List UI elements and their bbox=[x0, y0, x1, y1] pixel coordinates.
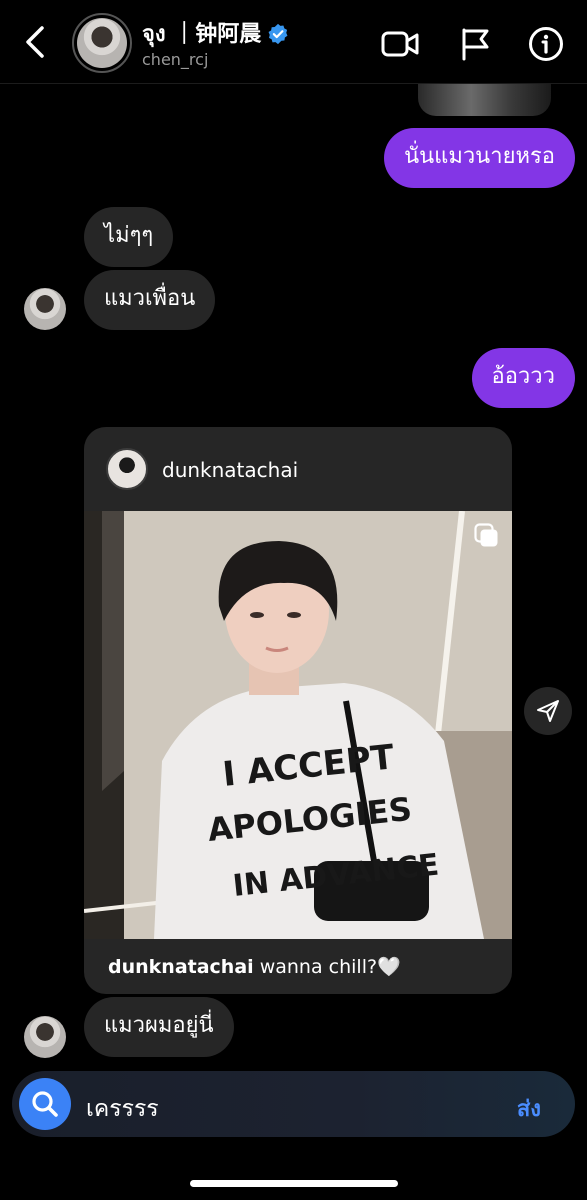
share-post-button[interactable] bbox=[524, 687, 572, 735]
verified-badge-icon bbox=[268, 23, 288, 44]
shared-post-header[interactable]: dunknatachai bbox=[84, 427, 512, 511]
contact-name-row[interactable]: จุง ｜钟阿晨 bbox=[142, 16, 289, 51]
post-photo[interactable]: I ACCEPT APOLOGIES IN ADVANCE bbox=[84, 511, 512, 939]
previous-image-message[interactable] bbox=[418, 84, 551, 116]
back-chevron-icon bbox=[26, 26, 44, 58]
message-sent[interactable]: อ้อววว bbox=[471, 348, 575, 408]
back-button[interactable] bbox=[18, 22, 52, 62]
contact-avatar[interactable] bbox=[72, 13, 132, 73]
contact-small-avatar[interactable] bbox=[24, 288, 66, 330]
flag-icon bbox=[462, 28, 489, 61]
search-icon bbox=[32, 1091, 58, 1117]
post-author-avatar bbox=[106, 448, 148, 490]
paper-plane-icon bbox=[537, 700, 559, 722]
message-received[interactable]: แมวผมอยู่นี่ bbox=[84, 997, 234, 1057]
caption-text: wanna chill?🤍 bbox=[253, 956, 401, 978]
send-button[interactable]: ส่ง bbox=[517, 1091, 541, 1126]
multiple-photos-icon bbox=[474, 523, 498, 547]
home-indicator bbox=[190, 1180, 398, 1187]
shared-post[interactable]: dunknatachai I ACCEPT APOLOGIES IN ADVAN… bbox=[84, 427, 512, 994]
message-received[interactable]: แมวเพื่อน bbox=[84, 270, 216, 330]
video-call-icon bbox=[381, 31, 419, 57]
contact-name: จุง ｜钟阿晨 bbox=[142, 22, 262, 47]
message-composer: เครรรร ส่ง bbox=[12, 1071, 575, 1137]
info-icon bbox=[529, 27, 563, 61]
info-button[interactable] bbox=[526, 24, 566, 64]
message-sent[interactable]: นั่นแมวนายหรอ bbox=[384, 128, 575, 188]
post-author-username: dunknatachai bbox=[162, 458, 299, 482]
message-input[interactable]: เครรรร bbox=[86, 1091, 159, 1127]
post-caption: dunknatachai wanna chill?🤍 bbox=[108, 955, 401, 978]
search-button[interactable] bbox=[19, 1078, 71, 1130]
video-call-button[interactable] bbox=[380, 24, 420, 64]
post-photo-illustration: I ACCEPT APOLOGIES IN ADVANCE bbox=[84, 511, 512, 939]
report-button[interactable] bbox=[455, 24, 495, 64]
contact-small-avatar[interactable] bbox=[24, 1016, 66, 1058]
chat-header: จุง ｜钟阿晨 chen_rcj bbox=[0, 0, 587, 84]
contact-handle: chen_rcj bbox=[142, 50, 209, 69]
caption-username: dunknatachai bbox=[108, 956, 254, 978]
message-received[interactable]: ไม่ๆๆ bbox=[84, 207, 174, 267]
